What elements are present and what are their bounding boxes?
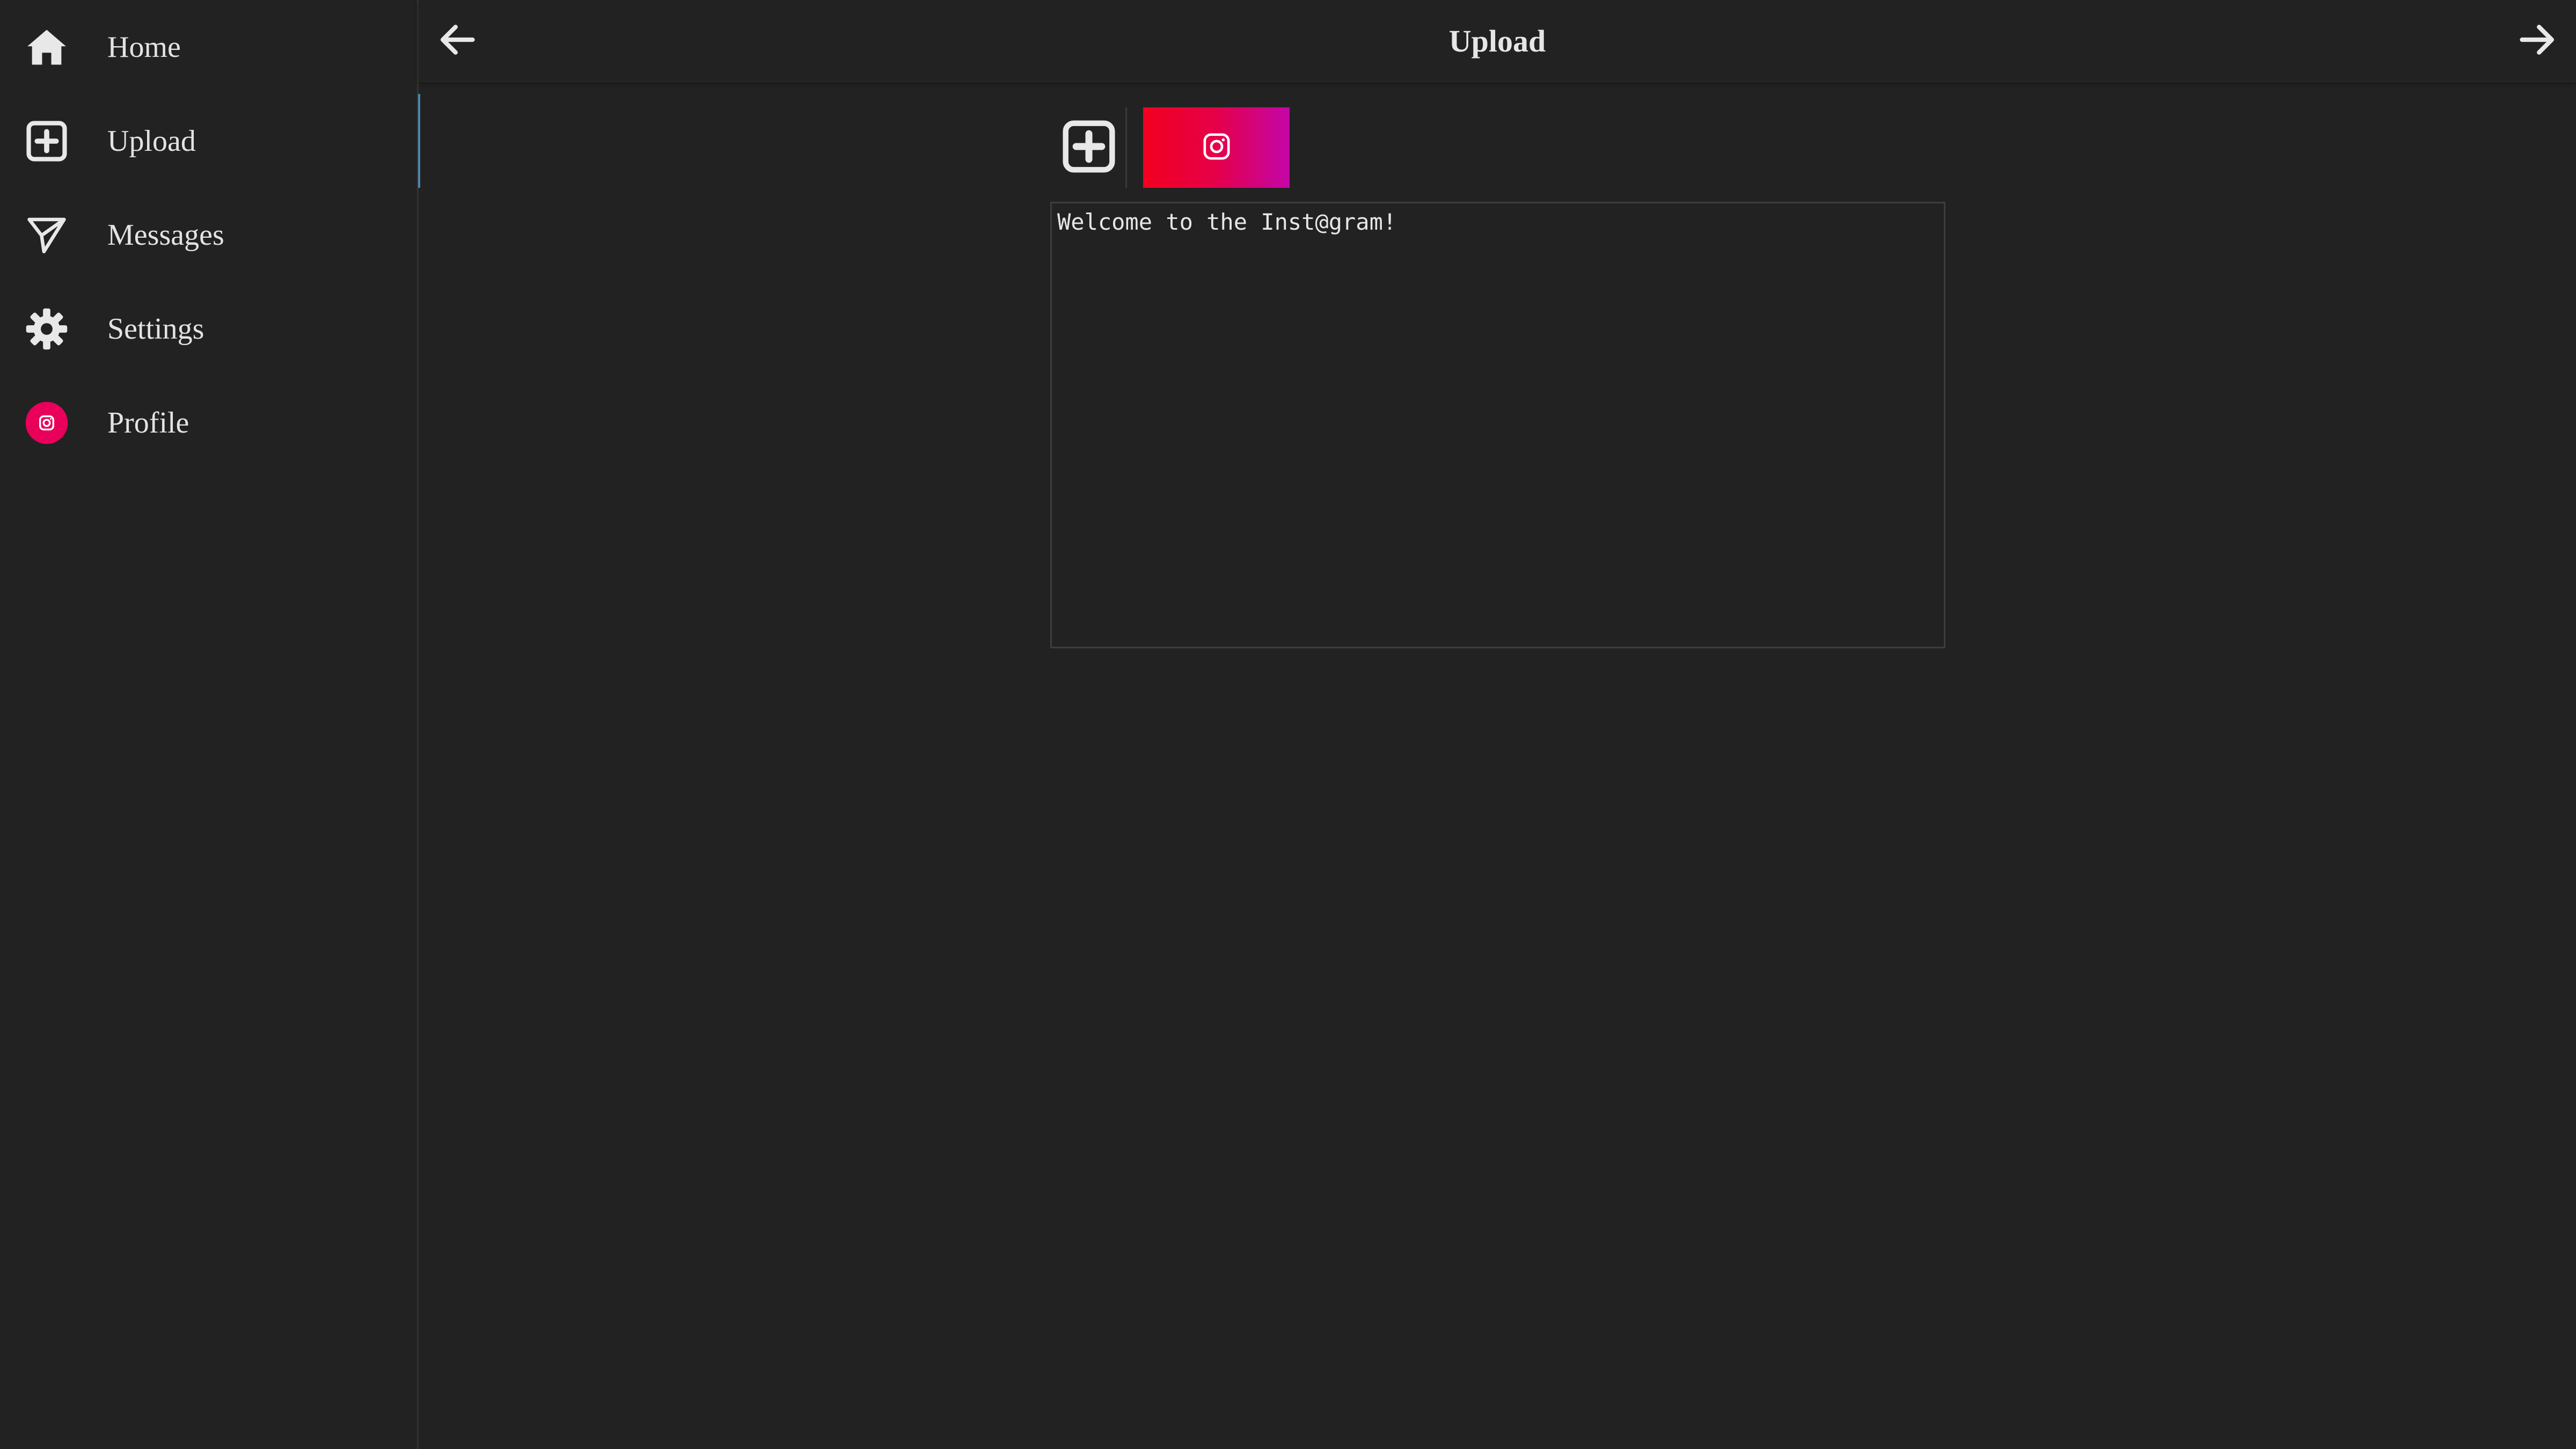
home-icon [25, 25, 69, 69]
page-title: Upload [1448, 24, 1546, 58]
gear-icon [25, 307, 69, 351]
add-media-button[interactable] [1052, 107, 1127, 188]
sidebar-item-profile[interactable]: Profile [0, 376, 419, 470]
sidebar-item-settings[interactable]: Settings [0, 282, 419, 376]
sidebar-item-messages[interactable]: Messages [0, 188, 419, 282]
instagram-icon [1202, 131, 1232, 164]
sidebar-item-upload[interactable]: Upload [0, 94, 420, 188]
sidebar-item-label: Settings [107, 312, 204, 346]
arrow-left-icon [437, 19, 478, 63]
sidebar-item-label: Home [107, 30, 181, 64]
back-button[interactable] [435, 18, 480, 63]
forward-button[interactable] [2515, 18, 2560, 63]
send-icon [25, 213, 69, 257]
sidebar-item-label: Profile [107, 406, 189, 440]
sidebar: Home Upload Messages Settings Profile [0, 0, 420, 1449]
avatar [25, 401, 69, 445]
sidebar-item-home[interactable]: Home [0, 0, 419, 94]
top-bar: Upload [419, 0, 2576, 82]
app-window: Home Upload Messages Settings Profile Up… [0, 0, 2576, 1449]
sidebar-item-label: Messages [107, 218, 224, 252]
post-text-input[interactable]: Welcome to the Inst@gram! [1050, 202, 1945, 648]
plus-square-icon [1061, 119, 1117, 177]
arrow-right-icon [2517, 19, 2558, 63]
upload-toolbar [1052, 107, 1290, 188]
sidebar-item-label: Upload [107, 124, 196, 158]
instagram-button[interactable] [1143, 107, 1290, 188]
plus-square-icon [25, 119, 69, 163]
